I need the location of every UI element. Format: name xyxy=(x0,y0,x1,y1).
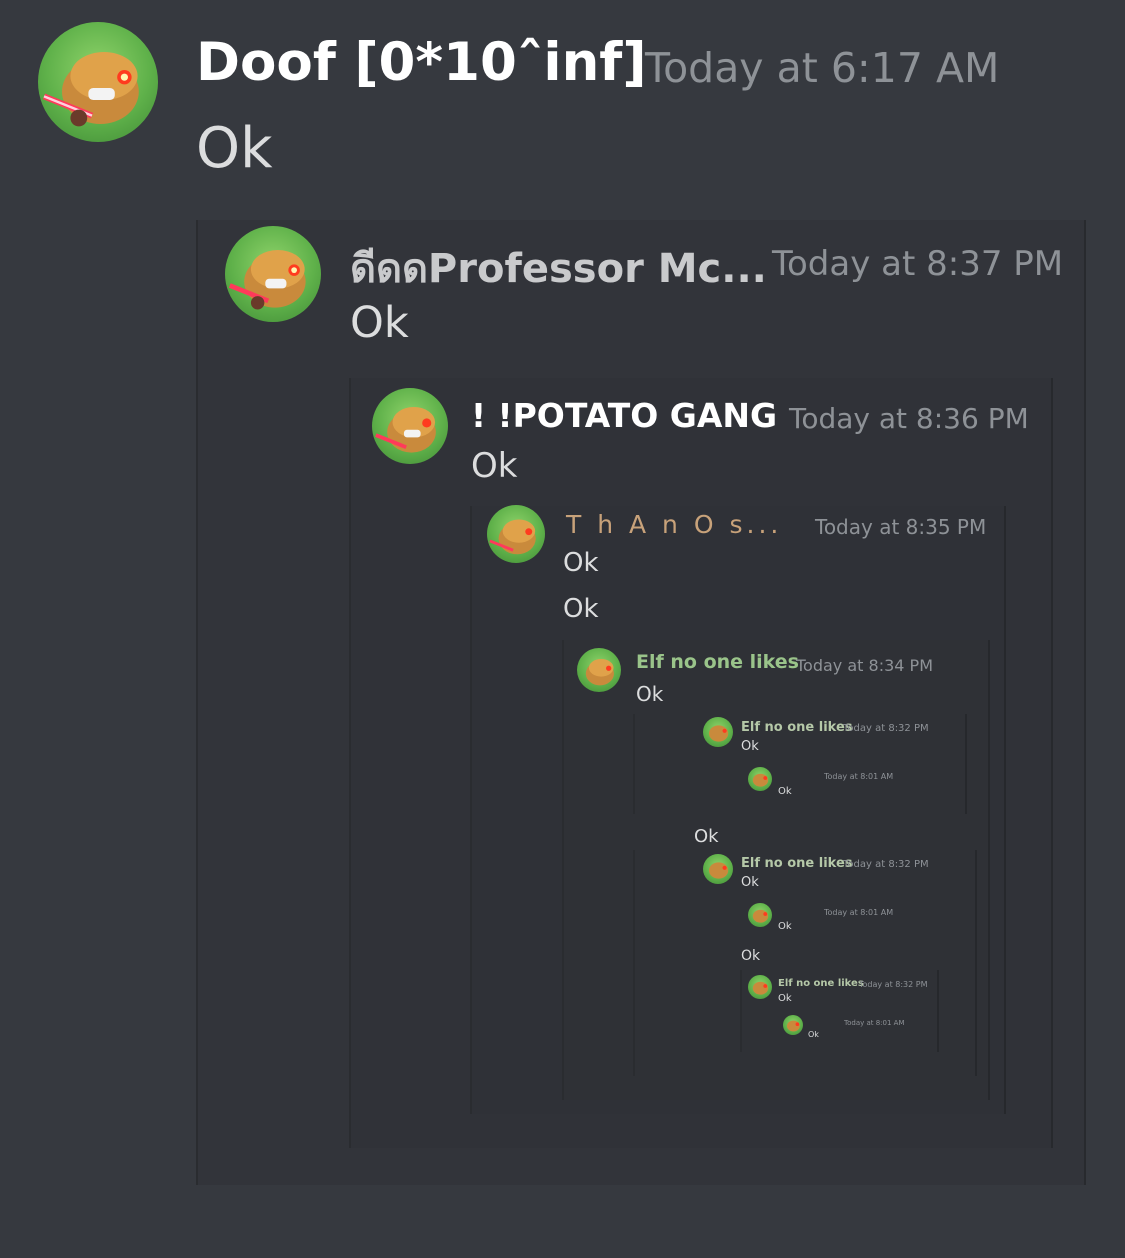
avatar[interactable] xyxy=(225,226,321,322)
message-text: Ok xyxy=(694,826,719,847)
timestamp: Today at 8:37 PM xyxy=(772,244,1064,284)
avatar[interactable] xyxy=(703,854,733,884)
message-text: Ok xyxy=(808,1030,819,1039)
cartoon-potato-laser-eyes-icon xyxy=(787,1020,800,1032)
username[interactable]: Elf no one likes xyxy=(741,856,853,871)
timestamp: Today at 8:01 AM xyxy=(844,1019,905,1027)
avatar[interactable] xyxy=(748,975,772,999)
avatar[interactable] xyxy=(372,388,448,464)
message-text: Ok xyxy=(741,875,759,890)
message-text: Ok xyxy=(778,921,792,932)
cartoon-potato-laser-eyes-icon xyxy=(42,52,139,127)
username[interactable]: Doof [0*10ˆinf] xyxy=(196,32,647,93)
message-text: Ok xyxy=(563,548,599,578)
cartoon-potato-laser-eyes-icon xyxy=(752,981,769,995)
avatar[interactable] xyxy=(38,22,158,142)
cartoon-potato-laser-eyes-icon xyxy=(585,659,614,686)
message-text: Ok xyxy=(563,594,599,624)
avatar[interactable] xyxy=(577,648,621,692)
timestamp: Today at 8:36 PM xyxy=(789,402,1029,435)
avatar[interactable] xyxy=(748,903,772,927)
message-text: Ok xyxy=(471,446,518,486)
avatar[interactable] xyxy=(783,1015,803,1035)
avatar[interactable] xyxy=(748,767,772,791)
cartoon-potato-laser-eyes-icon xyxy=(752,773,769,787)
timestamp: Today at 8:35 PM xyxy=(815,515,987,539)
timestamp: Today at 8:01 AM xyxy=(824,908,894,917)
message-text: Ok xyxy=(778,993,792,1004)
username[interactable]: Elf no one likes xyxy=(741,720,853,735)
username[interactable]: ดีดดProfessor Mc... xyxy=(350,236,767,300)
cartoon-potato-laser-eyes-icon xyxy=(375,407,436,453)
cartoon-potato-laser-eyes-icon xyxy=(709,862,729,879)
timestamp: Today at 8:32 PM xyxy=(859,980,928,989)
username[interactable]: Elf no one likes xyxy=(778,978,864,989)
cartoon-potato-laser-eyes-icon xyxy=(709,725,729,742)
message-text: Ok xyxy=(196,116,273,181)
timestamp: Today at 8:32 PM xyxy=(843,723,929,734)
cartoon-potato-laser-eyes-icon xyxy=(752,909,769,923)
username[interactable]: Elf no one likes xyxy=(636,651,799,673)
message-text: Ok xyxy=(741,948,761,964)
timestamp: Today at 8:32 PM xyxy=(843,859,929,870)
username[interactable]: T h A n O s... xyxy=(566,510,782,539)
cartoon-potato-laser-eyes-icon xyxy=(489,519,536,555)
cartoon-potato-laser-eyes-icon xyxy=(228,250,306,310)
avatar[interactable] xyxy=(487,505,545,563)
timestamp: Today at 6:17 AM xyxy=(645,44,1000,92)
message-text: Ok xyxy=(350,298,409,348)
message-text: Ok xyxy=(741,739,759,754)
message-text: Ok xyxy=(636,682,664,706)
avatar[interactable] xyxy=(703,717,733,747)
message-text: Ok xyxy=(778,786,792,797)
timestamp: Today at 8:34 PM xyxy=(796,656,933,675)
timestamp: Today at 8:01 AM xyxy=(824,772,894,781)
username[interactable]: ! !POTATO GANG xyxy=(471,396,777,435)
